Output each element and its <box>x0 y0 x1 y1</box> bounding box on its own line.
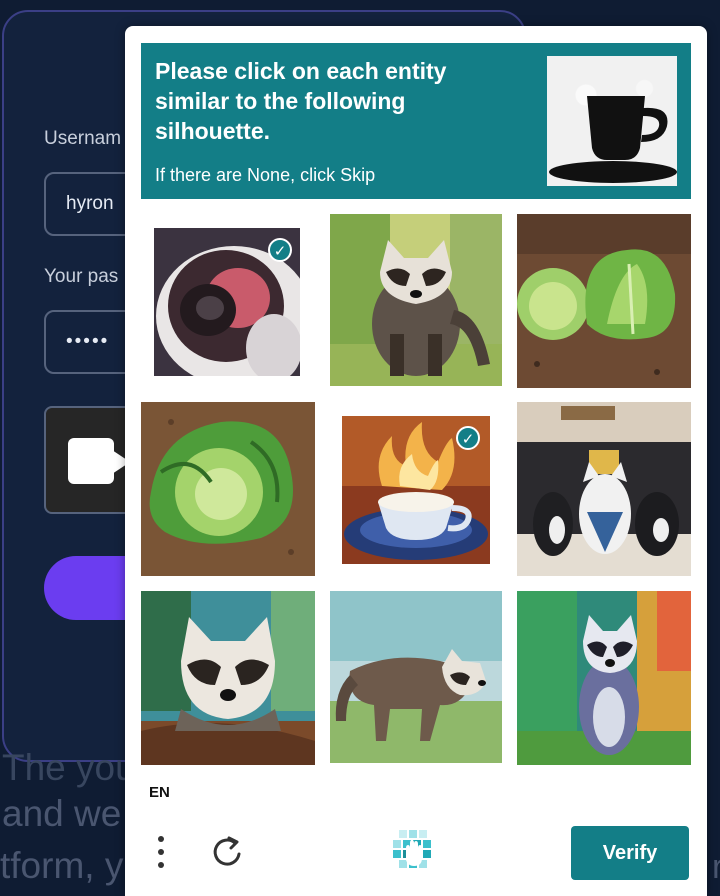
captcha-dialog: Please click on each entity similar to t… <box>125 26 707 896</box>
username-label: Usernam <box>44 128 122 149</box>
captcha-tile-9[interactable] <box>517 591 691 765</box>
captcha-tile-4[interactable] <box>141 402 315 576</box>
prompt-subtitle: If there are None, click Skip <box>155 165 376 185</box>
verify-button[interactable]: Verify <box>571 826 689 880</box>
tile-1-check-icon: ✓ <box>268 238 292 262</box>
password-label: Your pas <box>44 266 119 287</box>
captcha-tile-3[interactable] <box>517 214 691 388</box>
captcha-tile-7[interactable] <box>141 591 315 765</box>
more-options-icon[interactable] <box>153 832 169 872</box>
captcha-tile-1[interactable]: ✓ <box>154 228 300 376</box>
captcha-tile-5[interactable]: ✓ <box>342 416 490 564</box>
language-selector[interactable]: EN <box>149 784 170 801</box>
bg-paragraph-edge-char: r <box>712 848 720 886</box>
captcha-tile-6[interactable] <box>517 402 691 576</box>
hcaptcha-logo-icon <box>389 826 439 876</box>
bg-paragraph-line-1: The you <box>2 747 136 788</box>
captcha-tile-2[interactable] <box>330 214 502 386</box>
tile-5-check-icon: ✓ <box>456 426 480 450</box>
captcha-tile-8[interactable] <box>330 591 502 763</box>
bg-paragraph-line-2: and we <box>2 793 122 834</box>
refresh-icon[interactable] <box>209 834 245 870</box>
bg-paragraph-line-3: tform, y <box>0 845 124 886</box>
video-camera-icon <box>68 438 114 484</box>
prompt-title: Please click on each entity similar to t… <box>155 58 447 144</box>
teacup-silhouette-icon <box>547 56 677 186</box>
captcha-prompt: Please click on each entity similar to t… <box>141 43 691 199</box>
